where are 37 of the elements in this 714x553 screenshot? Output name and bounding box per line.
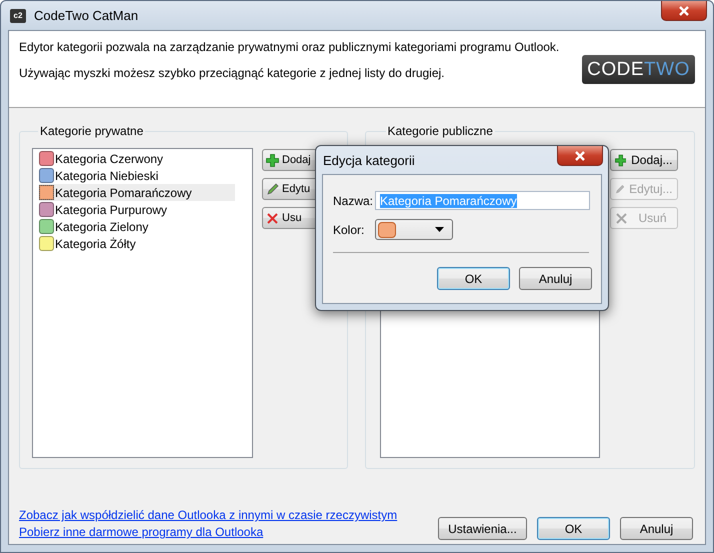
close-button[interactable] (557, 146, 603, 166)
category-list[interactable]: Kategoria Czerwony Kategoria Niebieski Kategoria Pomarańczowy Kategoria Purpurowy Kategoria Zielony Kategoria Żółty (32, 148, 253, 458)
field-label: Kolor: (333, 222, 366, 236)
category-item[interactable]: Kategoria Purpurowy (39, 201, 235, 218)
plus-icon (266, 154, 279, 166)
dialog-button[interactable]: OK (537, 517, 610, 540)
side-button[interactable]: Dodaj... (610, 149, 678, 171)
app-icon: c2 (10, 8, 26, 22)
field-label: Nazwa: (333, 194, 371, 208)
dialog-button[interactable]: Anuluj (620, 517, 693, 540)
description-text: Edytor kategorii pozwala na zarządzanie prywatnymi oraz publicznymi kategoriami programu Outlook. (19, 40, 560, 54)
group-label: Kategorie prywatne (39, 124, 144, 138)
logo-word: CODE (587, 58, 644, 80)
category-item[interactable]: Kategoria Pomarańczowy (39, 184, 235, 201)
dialog-button[interactable]: Anuluj (519, 267, 592, 290)
category-item[interactable]: Kategoria Niebieski (39, 167, 235, 184)
cross-icon (266, 212, 279, 224)
link[interactable]: Pobierz inne darmowe programy dla Outlooka (19, 525, 398, 539)
close-icon (678, 6, 690, 16)
logo-word: TWO (644, 58, 690, 80)
window-title: CodeTwo CatMan (34, 8, 138, 23)
dialog-button[interactable]: OK (437, 267, 510, 290)
pencil-icon (266, 182, 279, 196)
category-item[interactable]: Kategoria Żółty (39, 235, 235, 252)
category-item[interactable]: Kategoria Czerwony (39, 150, 235, 167)
color-dropdown[interactable] (375, 219, 453, 240)
link[interactable]: Zobacz jak współdzielić dane Outlooka z innymi w czasie rzeczywistym (19, 508, 398, 522)
description-text: Używając myszki możesz szybko przeciągnąć kategorie z jednej listy do drugiej. (19, 66, 446, 80)
group-label: Kategorie publiczne (386, 124, 494, 138)
pencil-icon (614, 182, 624, 196)
caret-icon (435, 227, 444, 232)
close-icon (574, 150, 586, 160)
close-button[interactable] (661, 1, 707, 21)
plus-icon (614, 154, 626, 166)
cross-icon (614, 212, 628, 224)
category-item[interactable]: Kategoria Zielony (39, 218, 235, 235)
dialog-button[interactable]: Ustawienia... (438, 517, 527, 540)
